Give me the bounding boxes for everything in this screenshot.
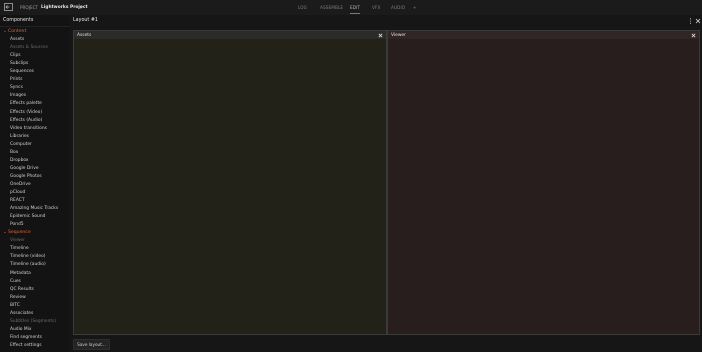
- content-group-header[interactable]: ⌄Content: [3, 29, 26, 34]
- sidebar-item-prints[interactable]: Prints: [10, 77, 22, 82]
- group-label: Content: [8, 29, 27, 34]
- sidebar-item-timeline-video[interactable]: Timeline (video): [10, 254, 45, 259]
- active-tab-indicator: [350, 12, 360, 14]
- tab-audio[interactable]: AUDIO: [391, 5, 405, 10]
- close-icon[interactable]: [695, 18, 701, 24]
- layout-header: Layout #1: [70, 15, 702, 25]
- panel-header: Viewer: [388, 31, 699, 39]
- sidebar-item-assets[interactable]: Assets: [10, 37, 24, 42]
- sidebar-item-box[interactable]: Box: [10, 150, 18, 155]
- sidebar-item-computer[interactable]: Computer: [10, 142, 32, 147]
- tab-edit[interactable]: EDIT: [350, 5, 360, 10]
- sidebar-item-google-drive[interactable]: Google Drive: [10, 166, 39, 171]
- sidebar-item-qc-results[interactable]: QC Results: [10, 287, 34, 292]
- room-tabs: LOG ASSEMBLE EDIT VFX AUDIO +: [0, 5, 702, 14]
- sidebar-item-viewer: Viewer: [10, 238, 25, 244]
- sidebar-item-metadata[interactable]: Metadata: [10, 271, 31, 276]
- sidebar-item-cues[interactable]: Cues: [10, 279, 21, 284]
- sidebar-item-effects-audio[interactable]: Effects (Audio): [10, 118, 42, 123]
- divider: [0, 26, 70, 27]
- sidebar-item-associates[interactable]: Associates: [10, 311, 33, 316]
- group-label: Sequence: [8, 230, 31, 236]
- sidebar-item-audio-mix[interactable]: Audio Mix: [10, 327, 31, 332]
- sidebar-item-images[interactable]: Images: [10, 93, 26, 98]
- tab-add[interactable]: +: [413, 5, 417, 10]
- sidebar-item-amazing-music-tracks[interactable]: Amazing Music Tracks: [10, 206, 58, 211]
- panel-title: Viewer: [391, 32, 406, 38]
- more-options-icon[interactable]: [689, 18, 692, 24]
- tab-vfx[interactable]: VFX: [372, 5, 380, 10]
- sidebar-item-dropbox[interactable]: Dropbox: [10, 158, 29, 163]
- close-icon[interactable]: [378, 33, 383, 38]
- sidebar-item-timeline[interactable]: Timeline: [10, 246, 29, 251]
- sidebar-item-subtitles-segments: Subtitles (Segments): [10, 318, 57, 324]
- sidebar-title: Components: [3, 18, 34, 23]
- sidebar-item-effects-video[interactable]: Effects (Video): [10, 110, 42, 115]
- sidebar-item-onedrive[interactable]: OneDrive: [10, 182, 31, 187]
- top-bar: PROJECT Lightworks Project ▾ LOG ASSEMBLE…: [0, 0, 702, 16]
- sequence-group-header[interactable]: ⌄Sequence: [3, 230, 31, 235]
- tab-log[interactable]: LOG: [298, 5, 307, 10]
- sidebar-item-pond5[interactable]: Pond5: [10, 222, 24, 227]
- sidebar-item-find-segments[interactable]: Find segments: [10, 335, 42, 340]
- sidebar-item-sequences[interactable]: Sequences: [10, 69, 34, 74]
- viewer-panel[interactable]: Viewer: [387, 30, 700, 335]
- assets-panel[interactable]: Assets: [73, 30, 387, 335]
- sidebar-item-effects-palette[interactable]: Effects palette: [10, 101, 42, 106]
- sidebar-item-timeline-audio[interactable]: Timeline (audio): [10, 262, 46, 267]
- layout-title: Layout #1: [73, 18, 98, 23]
- panel-header: Assets: [74, 31, 386, 39]
- sidebar-item-pcloud[interactable]: pCloud: [10, 190, 25, 195]
- sidebar-item-syncs[interactable]: Syncs: [10, 85, 23, 90]
- sidebar-item-react[interactable]: REACT: [10, 198, 25, 203]
- sidebar-item-subclips[interactable]: Subclips: [10, 61, 28, 66]
- sidebar-item-epidemic-sound[interactable]: Epidemic Sound: [10, 214, 45, 219]
- components-sidebar: Components ⌄Content Assets Assets & Source…: [0, 15, 70, 352]
- close-icon[interactable]: [691, 33, 696, 38]
- sidebar-item-google-photos[interactable]: Google Photos: [10, 174, 42, 179]
- sidebar-item-libraries[interactable]: Libraries: [10, 134, 29, 139]
- tab-assemble[interactable]: ASSEMBLE: [320, 5, 343, 10]
- sidebar-item-assets-sources: Assets & Sources: [10, 45, 48, 51]
- sidebar-item-effect-settings[interactable]: Effect settings: [10, 343, 42, 348]
- sidebar-item-review[interactable]: Review: [10, 295, 26, 300]
- sidebar-item-clips[interactable]: Clips: [10, 53, 21, 58]
- sidebar-item-bitc[interactable]: BITC: [10, 303, 20, 308]
- save-layout-button[interactable]: Save layout...: [73, 339, 110, 350]
- sidebar-item-video-transitions[interactable]: Video transitions: [10, 126, 47, 131]
- panel-title: Assets: [77, 32, 92, 38]
